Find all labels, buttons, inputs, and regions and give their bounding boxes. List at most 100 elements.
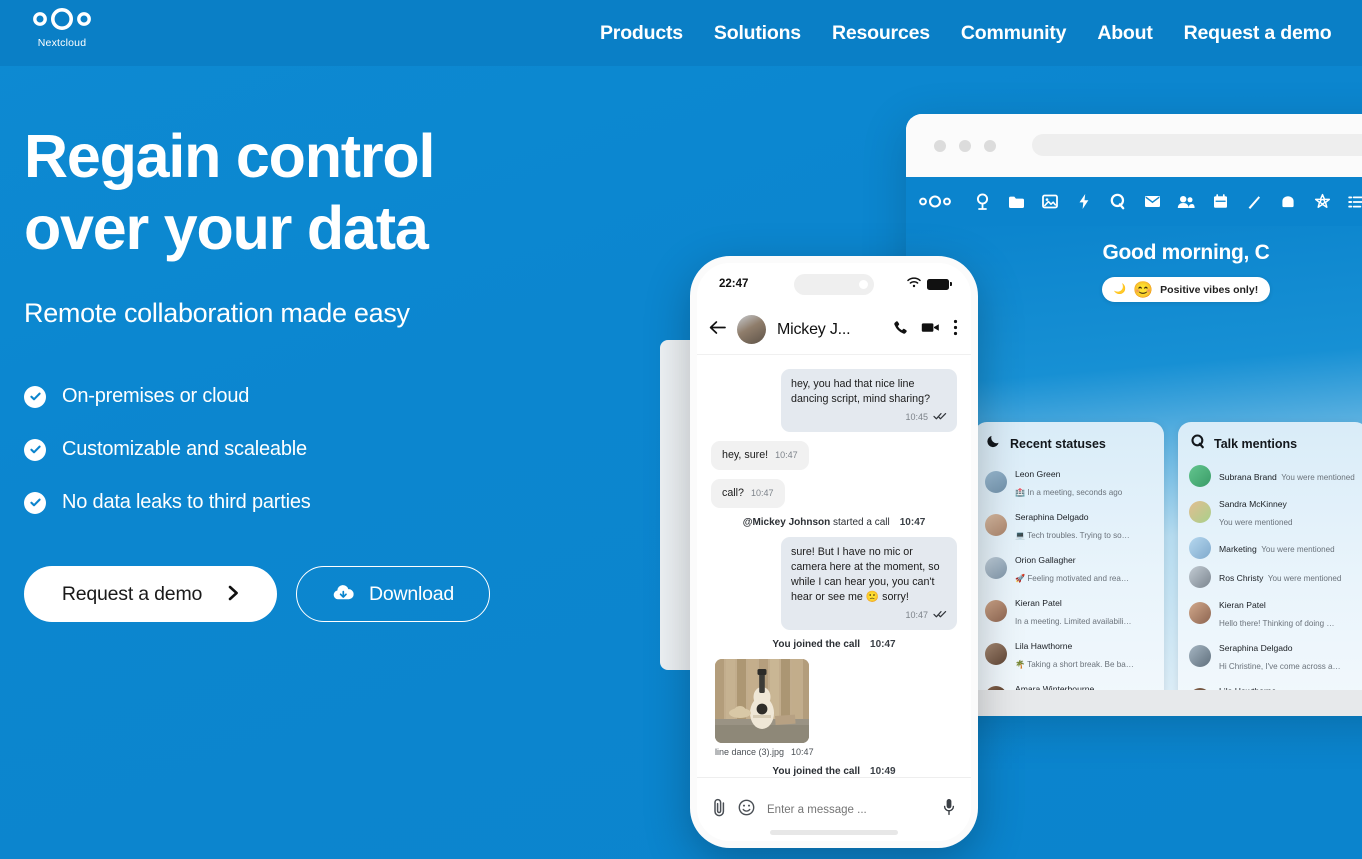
status-name: Orion Gallagher: [1015, 555, 1076, 565]
mention-name: Ros Christy: [1219, 573, 1264, 583]
phone-icon[interactable]: [893, 320, 908, 340]
nav-item-solutions[interactable]: Solutions: [714, 22, 801, 45]
phone-mockup: 22:47 Mickey J... hey, you had that nice…: [690, 256, 978, 848]
download-button[interactable]: Download: [296, 566, 490, 622]
list-item: On-premises or cloud: [24, 385, 624, 408]
list-item[interactable]: Ros Christy You were mentioned: [1189, 566, 1357, 588]
collectives-icon[interactable]: [1305, 185, 1339, 219]
smiley-icon[interactable]: [738, 799, 755, 821]
talk-icon[interactable]: [1101, 185, 1135, 219]
minimize-icon[interactable]: [959, 139, 971, 152]
recent-statuses-card[interactable]: Recent statuses Leon Green 🏥 In a meetin…: [974, 422, 1164, 714]
three-dots-icon[interactable]: [953, 319, 958, 341]
list-item[interactable]: Marketing You were mentioned: [1189, 537, 1357, 559]
mention-text: Hello there! Thinking of doing …: [1219, 619, 1335, 628]
message-row: hey, sure! 10:47: [711, 441, 957, 470]
message-attachment[interactable]: line dance (3).jpg 10:47: [715, 659, 957, 757]
browser-url-bar[interactable]: [1032, 134, 1362, 156]
dashboard-greeting: Good morning, C: [1102, 241, 1270, 264]
avatar: [985, 643, 1007, 665]
dashboard-icon[interactable]: [965, 185, 999, 219]
chat-message-list[interactable]: hey, you had that nice line dancing scri…: [697, 355, 971, 807]
nav-item-request-demo[interactable]: Request a demo: [1184, 22, 1332, 45]
nav-item-community[interactable]: Community: [961, 22, 1067, 45]
avatar: [985, 557, 1007, 579]
hero-subheadline: Remote collaboration made easy: [24, 298, 410, 328]
system-message: You joined the call 10:49: [711, 766, 957, 777]
nav-item-products[interactable]: Products: [600, 22, 683, 45]
files-icon[interactable]: [999, 185, 1033, 219]
mention-name: Marketing: [1219, 544, 1257, 554]
attachment-time: 10:47: [791, 747, 814, 757]
nav-item-resources[interactable]: Resources: [832, 22, 930, 45]
message-row: call? 10:47: [711, 479, 957, 508]
list-item[interactable]: Lila Hawthorne 🌴 Taking a short break. B…: [985, 636, 1153, 672]
check-circle-icon: [24, 385, 46, 408]
status-text: 🚀 Feeling motivated and rea…: [1015, 574, 1130, 583]
photos-icon[interactable]: [1033, 185, 1067, 219]
close-icon[interactable]: [934, 139, 946, 152]
system-actor: @Mickey Johnson: [742, 517, 831, 528]
list-item[interactable]: Leon Green 🏥 In a meeting, seconds ago: [985, 464, 1153, 500]
notes-icon[interactable]: [1237, 185, 1271, 219]
avatar: [1189, 645, 1211, 667]
tasks-icon[interactable]: [1339, 185, 1362, 219]
dashboard-cards: Recent statuses Leon Green 🏥 In a meetin…: [974, 422, 1362, 714]
avatar: [985, 514, 1007, 536]
list-item[interactable]: Seraphina Delgado Hi Christine, I've com…: [1189, 638, 1357, 674]
microphone-icon[interactable]: [943, 798, 955, 821]
nextcloud-wordmark: Nextcloud: [37, 37, 87, 49]
chat-contact-name: Mickey J...: [777, 320, 851, 338]
nav-menu: Products Solutions Resources Community A…: [600, 0, 1332, 66]
nextcloud-logo-icon[interactable]: [918, 185, 952, 219]
list-item[interactable]: Kieran Patel Hello there! Thinking of do…: [1189, 595, 1357, 631]
calendar-icon[interactable]: [1203, 185, 1237, 219]
maximize-icon[interactable]: [984, 139, 996, 152]
check-circle-icon: [24, 491, 46, 514]
card-title: Recent statuses: [1010, 436, 1106, 451]
deck-icon[interactable]: [1271, 185, 1305, 219]
avatar: [1189, 501, 1211, 523]
message-text: hey, sure!: [722, 449, 769, 461]
attachment-thumbnail[interactable]: [715, 659, 809, 743]
mention-text: You were mentioned: [1219, 518, 1293, 527]
request-demo-button[interactable]: Request a demo: [24, 566, 277, 622]
list-item[interactable]: Sandra McKinney You were mentioned: [1189, 494, 1357, 530]
list-item[interactable]: Subrana Brand You were mentioned: [1189, 465, 1357, 487]
chat-bubble-incoming: hey, sure! 10:47: [711, 441, 809, 470]
status-text: Positive vibes only!: [1160, 283, 1259, 296]
back-arrow-icon[interactable]: [709, 320, 726, 340]
message-input[interactable]: [767, 803, 931, 816]
activity-icon[interactable]: [1067, 185, 1101, 219]
feature-list: On-premises or cloud Customizable and sc…: [24, 385, 624, 514]
video-camera-icon[interactable]: [921, 321, 940, 339]
status-name: Lila Hawthorne: [1015, 641, 1073, 651]
nextcloud-logo-icon: [31, 8, 93, 35]
list-item[interactable]: Seraphina Delgado 💻 Tech troubles. Tryin…: [985, 507, 1153, 543]
list-item[interactable]: Kieran Patel In a meeting. Limited avail…: [985, 593, 1153, 629]
list-item[interactable]: Orion Gallagher 🚀 Feeling motivated and …: [985, 550, 1153, 586]
avatar[interactable]: [737, 315, 766, 344]
mention-text: You were mentioned: [1267, 574, 1342, 583]
nav-item-about[interactable]: About: [1097, 22, 1153, 45]
talk-mentions-card[interactable]: Talk mentions Subrana Brand You were men…: [1178, 422, 1362, 714]
mail-icon[interactable]: [1135, 185, 1169, 219]
system-text: You joined the call: [772, 766, 861, 777]
headline-line-2: over your data: [24, 194, 429, 262]
double-check-icon: [933, 608, 947, 623]
browser-chrome: [906, 114, 1362, 177]
paperclip-icon[interactable]: [713, 798, 726, 822]
status-badge[interactable]: 🌙 😊 Positive vibes only!: [1101, 277, 1271, 302]
contacts-icon[interactable]: [1169, 185, 1203, 219]
card-header: Recent statuses: [985, 434, 1153, 453]
moon-icon: 🌙: [1113, 284, 1127, 295]
nextcloud-logo[interactable]: Nextcloud: [22, 8, 102, 49]
battery-icon: [927, 278, 952, 290]
system-message: You joined the call 10:47: [711, 639, 957, 650]
list-item: Customizable and scaleable: [24, 438, 624, 461]
message-row: sure! But I have no mic or camera here a…: [711, 537, 957, 630]
message-text: call?: [722, 487, 744, 499]
cloud-download-icon: [332, 584, 355, 605]
message-row: hey, you had that nice line dancing scri…: [711, 369, 957, 432]
status-text: 💻 Tech troubles. Trying to so…: [1015, 531, 1130, 540]
